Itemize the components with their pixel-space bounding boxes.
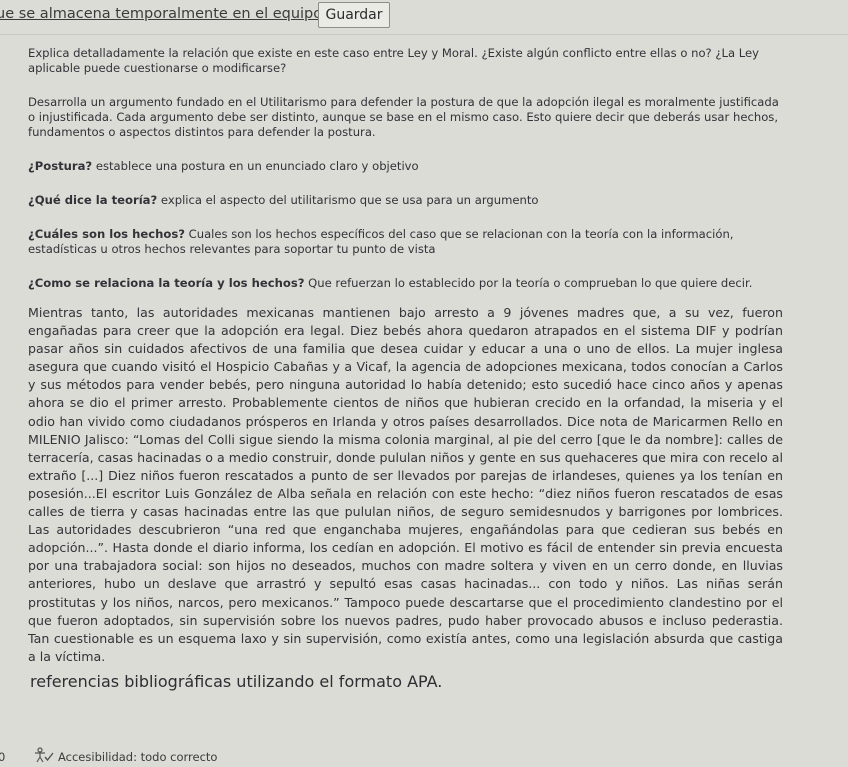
guide-question-label: ¿Qué dice la teoría? [28, 193, 158, 207]
toolbar: ue se almacena temporalmente en el equip… [0, 0, 848, 35]
save-button[interactable]: Guardar [318, 2, 390, 28]
guide-question-postura: ¿Postura? establece una postura en un en… [28, 159, 783, 174]
guide-question-relacion: ¿Como se relaciona la teoría y los hecho… [28, 276, 783, 291]
word-count: 0 [0, 750, 6, 764]
instruction-paragraph-2: Desarrolla un argumento fundado en el Ut… [28, 95, 779, 139]
document-body[interactable]: Explica detalladamente la relación que e… [28, 46, 783, 666]
guide-question-label: ¿Como se relaciona la teoría y los hecho… [28, 276, 305, 290]
guide-question-label: ¿Cuáles son los hechos? [28, 227, 185, 241]
status-bar: 0 Accesibilidad: todo correcto [0, 745, 848, 764]
answer-paragraph[interactable]: Mientras tanto, las autoridades mexicana… [28, 304, 783, 666]
guide-question-teoria: ¿Qué dice la teoría? explica el aspecto … [28, 193, 783, 208]
accessibility-check-icon[interactable] [33, 747, 55, 763]
guide-question-text: establece una postura en un enunciado cl… [92, 159, 419, 173]
guide-question-label: ¿Postura? [28, 159, 93, 173]
references-heading[interactable]: referencias bibliográficas utilizando el… [30, 672, 442, 691]
guide-question-text: Que refuerzan lo establecido por la teor… [304, 276, 753, 290]
guide-question-text: explica el aspecto del utilitarismo que … [157, 193, 539, 207]
guide-question-hechos: ¿Cuáles son los hechos? Cuales son los h… [28, 227, 783, 257]
instruction-paragraph-1: Explica detalladamente la relación que e… [28, 46, 760, 75]
autosave-info-link[interactable]: ue se almacena temporalmente en el equip… [0, 6, 327, 22]
accessibility-status[interactable]: Accesibilidad: todo correcto [58, 750, 217, 764]
